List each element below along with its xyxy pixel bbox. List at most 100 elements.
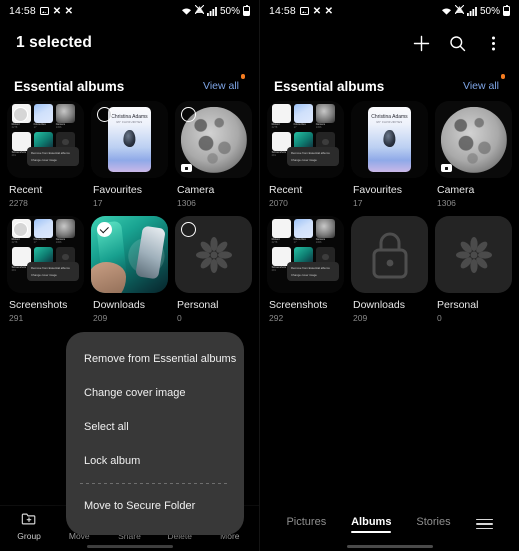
flower-icon (455, 236, 492, 273)
album-thumbnail[interactable] (435, 216, 512, 293)
nested-menu-item: Remove from Essential albums (291, 151, 330, 156)
context-menu-item[interactable]: Move to Secure Folder (66, 489, 244, 523)
album-thumbnail[interactable]: Recent 2278 Favourites 17 Camera 1306 Scree… (7, 101, 84, 178)
album-card-recent[interactable]: Recent 2278 Favourites 17 Camera 1306 Scree… (7, 101, 84, 208)
mini-album-label: Recent 2278 (11, 123, 20, 129)
mini-album-cell: Camera 1306 (55, 219, 75, 245)
home-indicator (86, 545, 173, 548)
mini-album-label: Favourites 17 (33, 123, 46, 129)
x-icon: ✕ (312, 5, 321, 17)
album-context-menu[interactable]: Remove from Essential albums Change cover… (66, 332, 244, 535)
album-card-downloads[interactable]: Downloads 209 (351, 216, 428, 323)
album-selection-checkbox[interactable] (181, 222, 196, 237)
mini-album-cell: Camera 1306 (55, 104, 75, 130)
nested-menu-item: Change cover image (291, 272, 317, 277)
add-icon[interactable] (411, 33, 431, 53)
album-card-personal[interactable]: Personal 0 (175, 216, 252, 323)
mini-thumb (271, 104, 291, 124)
context-menu-item[interactable]: Lock album (66, 444, 244, 478)
picture-icon (39, 7, 49, 15)
favourites-subtitle: MY FAVOURITES (116, 120, 143, 124)
album-card-downloads[interactable]: Downloads 209 (91, 216, 168, 323)
album-card-screenshots[interactable]: Recent 2278 Favourites 17 Camera 1306 Scree… (7, 216, 84, 323)
action-group[interactable]: Group (5, 511, 53, 541)
tab-pictures[interactable]: Pictures (286, 516, 326, 532)
mini-album-label: Recent 2278 (271, 238, 280, 244)
album-name: Screenshots (9, 299, 68, 311)
status-bar: 14:58 ✕ ✕ 50% (260, 0, 519, 22)
album-name: Downloads (353, 299, 405, 311)
view-all-label: View all (463, 80, 499, 92)
menu-divider (80, 483, 230, 484)
album-name: Screenshots (269, 299, 328, 311)
mini-album-label: Favourites 17 (33, 238, 46, 244)
album-thumbnail[interactable] (351, 216, 428, 293)
album-thumbnail[interactable] (175, 216, 252, 293)
album-thumbnail[interactable]: Christina Adams MY FAVOURITES (351, 101, 428, 178)
favourites-subtitle: MY FAVOURITES (376, 120, 403, 124)
battery-percent: 50% (479, 5, 500, 17)
album-card-camera[interactable]: Camera 1306 (435, 101, 512, 208)
favourites-person-name: Christina Adams (371, 114, 408, 121)
battery-icon (503, 4, 510, 16)
moon-photo (440, 106, 507, 173)
context-menu-item[interactable]: Remove from Essential albums (66, 342, 244, 376)
search-icon[interactable] (447, 33, 467, 53)
nested-menu-item: Remove from Essential albums (31, 266, 70, 271)
album-name: Recent (9, 184, 43, 196)
right-phone-screen: 14:58 ✕ ✕ 50% Essential albums View all … (259, 0, 519, 551)
tab-albums[interactable]: Albums (351, 516, 392, 533)
nested-menu-item: Remove from Essential albums (291, 266, 330, 271)
album-card-camera[interactable]: Camera 1306 (175, 101, 252, 208)
hand-photo-object (91, 262, 127, 293)
album-thumbnail[interactable]: Recent 2278 Favourites 17 Camera 1306 Scree… (267, 101, 344, 178)
nested-context-menu: Remove from Essential albums Change cover… (27, 262, 80, 281)
mini-thumb (293, 104, 313, 124)
more-vertical-icon[interactable] (483, 33, 503, 53)
mini-album-cell: Recent 2278 (271, 219, 291, 245)
nested-context-menu: Remove from Essential albums Change cover… (287, 262, 340, 281)
left-app-bar: 1 selected (0, 22, 259, 64)
album-thumbnail[interactable] (175, 101, 252, 178)
context-menu-item[interactable]: Select all (66, 410, 244, 444)
album-selection-checkbox[interactable] (13, 107, 28, 122)
view-all-link[interactable]: View all (203, 74, 245, 94)
x-icon: ✕ (324, 5, 333, 17)
album-name: Camera (437, 184, 475, 196)
album-card-personal[interactable]: Personal 0 (435, 216, 512, 323)
mini-album-cell: Favourites 17 (33, 219, 53, 245)
album-thumbnail[interactable] (91, 216, 168, 293)
album-card-screenshots[interactable]: Recent 2278 Favourites 17 Camera 1306 Scree… (267, 216, 344, 323)
network-icon (194, 4, 205, 17)
status-time: 14:58 (269, 5, 296, 17)
album-card-favourites[interactable]: Christina Adams MY FAVOURITES Favourites… (351, 101, 428, 208)
album-item-count: 17 (353, 198, 363, 208)
mini-album-cell: Favourites 17 (293, 104, 313, 130)
tab-stories[interactable]: Stories (416, 516, 450, 532)
album-thumbnail[interactable] (435, 101, 512, 178)
album-selection-checkbox[interactable] (97, 107, 112, 122)
album-card-recent[interactable]: Recent 2278 Favourites 17 Camera 1306 Scree… (267, 101, 344, 208)
album-thumbnail[interactable]: Recent 2278 Favourites 17 Camera 1306 Scree… (7, 216, 84, 293)
album-selection-checkbox[interactable] (181, 107, 196, 122)
album-thumbnail[interactable]: Recent 2278 Favourites 17 Camera 1306 Scree… (267, 216, 344, 293)
album-selection-checkbox[interactable] (13, 222, 28, 237)
context-menu-item[interactable]: Change cover image (66, 376, 244, 410)
folder-plus-icon (21, 511, 37, 528)
x-icon: ✕ (64, 5, 73, 17)
album-card-favourites[interactable]: Christina Adams MY FAVOURITES Favourites… (91, 101, 168, 208)
mini-album-cell: Favourites 17 (33, 104, 53, 130)
new-badge-dot (240, 74, 245, 79)
x-icon: ✕ (52, 5, 61, 17)
signal-icon (466, 6, 477, 16)
view-all-link[interactable]: View all (463, 74, 505, 94)
right-album-grid: Recent 2278 Favourites 17 Camera 1306 Scree… (260, 101, 519, 323)
album-item-count: 209 (93, 313, 108, 323)
album-selection-checkbox[interactable] (97, 222, 112, 237)
status-bar: 14:58 ✕ ✕ 50% (0, 0, 259, 22)
hamburger-icon[interactable] (475, 518, 493, 530)
favourites-person-name: Christina Adams (111, 114, 148, 121)
mini-album-cell: Recent 2278 (271, 104, 291, 130)
mini-album-label: Camera 1306 (315, 123, 325, 129)
album-thumbnail[interactable]: Christina Adams MY FAVOURITES (91, 101, 168, 178)
